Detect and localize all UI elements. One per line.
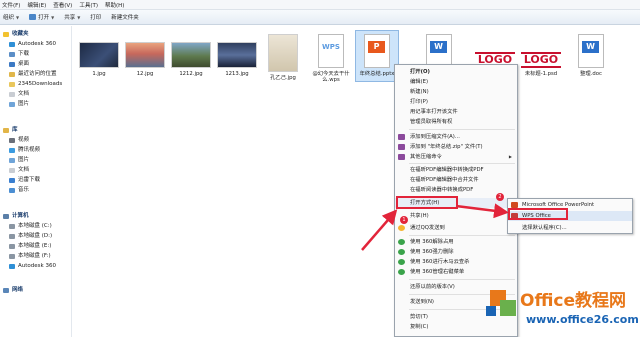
- arrow-to-wps-office: [455, 203, 509, 219]
- site-url-text: www.office26.com: [526, 313, 639, 326]
- logo-square-blue: [486, 306, 496, 316]
- logo-square-green: [500, 300, 516, 316]
- arrow-to-open-with: [361, 209, 398, 251]
- office26-watermark: Office教程网 www.office26.com: [476, 282, 640, 337]
- office-brand-text: Office教程网: [520, 291, 627, 311]
